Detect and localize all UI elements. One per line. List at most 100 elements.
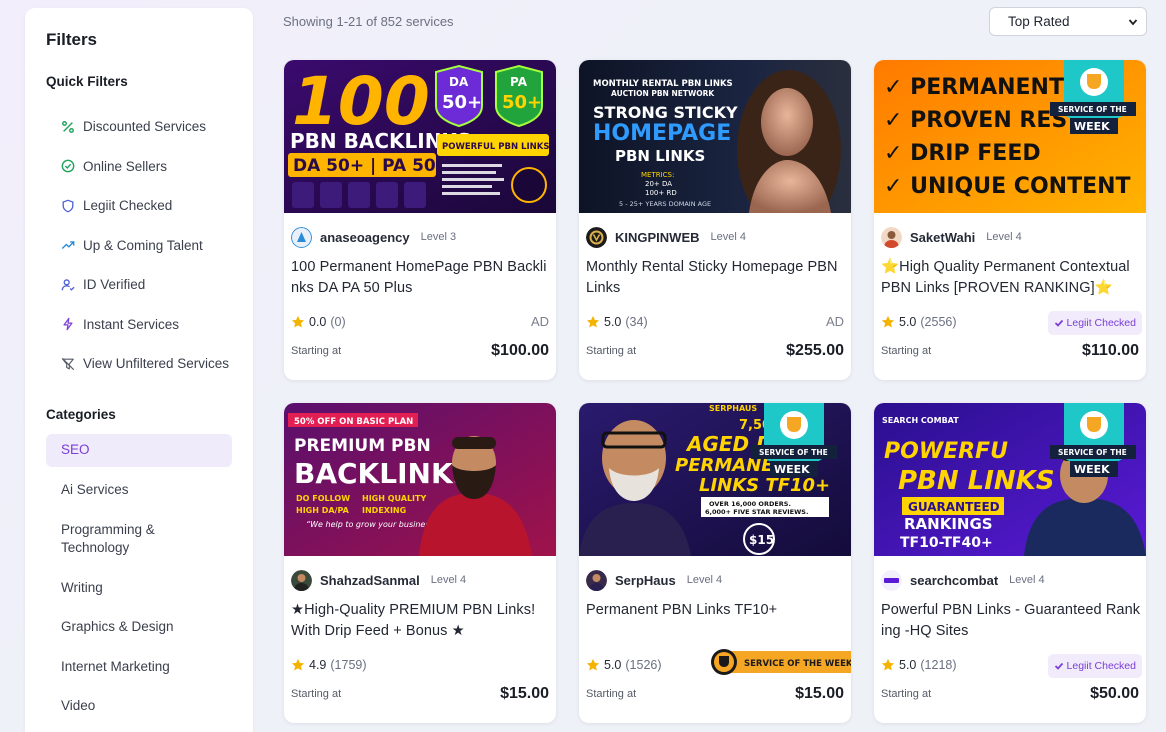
category-writing[interactable]: Writing [46, 568, 232, 608]
thumb-text: SERVICE OF THE [759, 448, 828, 457]
rating-value: 5.0 [604, 658, 622, 672]
service-title[interactable]: 100 Permanent HomePage PBN Backlinks DA … [291, 257, 553, 299]
category-label: Programming & Technology [61, 522, 155, 555]
service-title[interactable]: Monthly Rental Sticky Homepage PBN Links [586, 257, 848, 299]
seller-info[interactable]: SaketWahi Level 4 [881, 226, 1022, 248]
service-card[interactable]: MONTHLY RENTAL PBN LINKS AUCTION PBN NET… [579, 60, 851, 380]
service-title[interactable]: Permanent PBN Links TF10+ [586, 600, 848, 621]
thumb-text: INDEXING [362, 506, 406, 515]
thumb-text: RANKINGS [904, 515, 993, 533]
thumb-text: 100+ RD [645, 189, 677, 197]
review-count: (0) [330, 315, 346, 329]
filter-online-sellers[interactable]: Online Sellers [46, 147, 232, 187]
rating: 4.9 (1759) [291, 658, 367, 672]
service-title[interactable]: ★High-Quality PREMIUM PBN Links! With Dr… [291, 600, 553, 642]
star-icon [586, 658, 600, 671]
thumb-text: PREMIUM PBN [294, 436, 431, 456]
thumb-text: LINKS TF10+ [699, 475, 830, 496]
thumb-text: SERPHAUS [709, 404, 757, 413]
legiit-checked-badge: Legiit Checked [1047, 311, 1142, 335]
service-card[interactable]: SERPHAUS 7,50 AGED D PERMANEN LINKS TF10… [579, 403, 851, 723]
star-icon [291, 658, 305, 671]
filter-up-coming[interactable]: Up & Coming Talent [46, 226, 232, 266]
results-count: Showing 1-21 of 852 services [283, 14, 454, 29]
filter-unfiltered[interactable]: View Unfiltered Services [46, 344, 232, 384]
service-card[interactable]: 100 PBN BACKLINKS DA 50+ | PA 50+ DA 50+… [284, 60, 556, 380]
categories-title: Categories [46, 406, 116, 422]
price: $50.00 [1090, 685, 1139, 702]
star-icon [881, 658, 895, 671]
category-graphics[interactable]: Graphics & Design [46, 608, 232, 648]
category-programming[interactable]: Programming & Technology [46, 510, 232, 568]
seller-info[interactable]: ShahzadSanmal Level 4 [291, 569, 466, 591]
seller-level: Level 4 [1009, 574, 1045, 586]
avatar [586, 569, 607, 591]
quick-filters-list: Discounted Services Online Sellers Legii… [46, 107, 232, 384]
seller-name[interactable]: SerpHaus [615, 573, 676, 588]
service-title[interactable]: ⭐High Quality Permanent Contextual PBN L… [881, 257, 1143, 299]
rating: 5.0 (1526) [586, 658, 662, 672]
thumb-text: 5 - 25+ YEARS DOMAIN AGE [619, 200, 711, 208]
service-card[interactable]: SEARCH COMBAT POWERFU PBN LINKS GUARANTE… [874, 403, 1146, 723]
category-internet-marketing[interactable]: Internet Marketing [46, 647, 232, 687]
service-thumbnail[interactable]: SEARCH COMBAT POWERFU PBN LINKS GUARANTE… [874, 403, 1146, 556]
seller-level: Level 4 [986, 231, 1022, 243]
price: $255.00 [786, 342, 844, 359]
thumb-text: PBN LINKS [898, 466, 1055, 496]
thumb-text: TF10-TF40+ [900, 535, 993, 551]
category-ai-services[interactable]: Ai Services [46, 471, 232, 511]
category-video[interactable]: Video [46, 687, 232, 727]
service-title[interactable]: Powerful PBN Links - Guaranteed Ranking … [881, 600, 1143, 642]
seller-info[interactable]: anaseoagency Level 3 [291, 226, 456, 248]
trending-up-icon [61, 241, 75, 250]
service-card[interactable]: ✓ PERMANENT ✓ PROVEN RES ✓ DRIP FEED ✓ U… [874, 60, 1146, 380]
service-thumbnail[interactable]: 50% OFF ON BASIC PLAN PREMIUM PBN BACKLI… [284, 403, 556, 556]
service-thumbnail[interactable]: 100 PBN BACKLINKS DA 50+ | PA 50+ DA 50+… [284, 60, 556, 213]
service-thumbnail[interactable]: SERPHAUS 7,50 AGED D PERMANEN LINKS TF10… [579, 403, 851, 556]
starting-at-label: Starting at [291, 688, 342, 700]
avatar [291, 569, 312, 591]
chevron-down-icon [1128, 19, 1138, 26]
badge-label: Legiit Checked [1066, 660, 1136, 672]
seller-name[interactable]: searchcombat [910, 573, 998, 588]
service-thumbnail[interactable]: MONTHLY RENTAL PBN LINKS AUCTION PBN NET… [579, 60, 851, 213]
thumb-text: PBN LINKS [615, 147, 705, 165]
review-count: (34) [625, 315, 648, 329]
rating-value: 5.0 [899, 315, 917, 329]
filter-id-verified[interactable]: ID Verified [46, 265, 232, 305]
filter-legiit-checked[interactable]: Legiit Checked [46, 186, 232, 226]
shield-icon [62, 199, 74, 213]
star-icon [586, 315, 600, 328]
filter-label: Up & Coming Talent [83, 237, 203, 253]
review-count: (1526) [625, 658, 662, 672]
filter-instant[interactable]: Instant Services [46, 305, 232, 345]
service-card[interactable]: 50% OFF ON BASIC PLAN PREMIUM PBN BACKLI… [284, 403, 556, 723]
filter-discounted[interactable]: Discounted Services [46, 107, 232, 147]
seller-name[interactable]: KINGPINWEB [615, 230, 700, 245]
category-seo[interactable]: SEO [46, 433, 232, 467]
rating: 5.0 (1218) [881, 658, 957, 672]
seller-name[interactable]: SaketWahi [910, 230, 975, 245]
badge-label: SERVICE OF THE WEEK [744, 659, 851, 669]
filter-label: Instant Services [83, 316, 180, 332]
seller-name[interactable]: ShahzadSanmal [320, 573, 420, 588]
thumb-text: DA [449, 75, 469, 89]
seller-name[interactable]: anaseoagency [320, 230, 410, 245]
seller-info[interactable]: KINGPINWEB Level 4 [586, 226, 746, 248]
starting-at-label: Starting at [586, 688, 637, 700]
star-icon [881, 315, 895, 328]
rating: 0.0 (0) [291, 315, 346, 329]
check-circle-icon [61, 159, 75, 173]
thumb-text: POWERFUL PBN LINKS [442, 142, 549, 152]
filter-label: ID Verified [83, 277, 146, 293]
rating-value: 4.9 [309, 658, 327, 672]
legiit-checked-badge: Legiit Checked [1047, 654, 1142, 678]
thumb-text: 6,000+ FIVE STAR REVIEWS. [705, 508, 808, 516]
seller-info[interactable]: searchcombat Level 4 [881, 569, 1045, 591]
thumb-text: ✓ UNIQUE CONTENT [884, 174, 1131, 199]
sort-dropdown[interactable]: Top Rated [989, 7, 1147, 36]
service-thumbnail[interactable]: ✓ PERMANENT ✓ PROVEN RES ✓ DRIP FEED ✓ U… [874, 60, 1146, 213]
seller-info[interactable]: SerpHaus Level 4 [586, 569, 722, 591]
starting-at-label: Starting at [881, 345, 932, 357]
thumb-text: STRONG STICKY [593, 103, 738, 122]
